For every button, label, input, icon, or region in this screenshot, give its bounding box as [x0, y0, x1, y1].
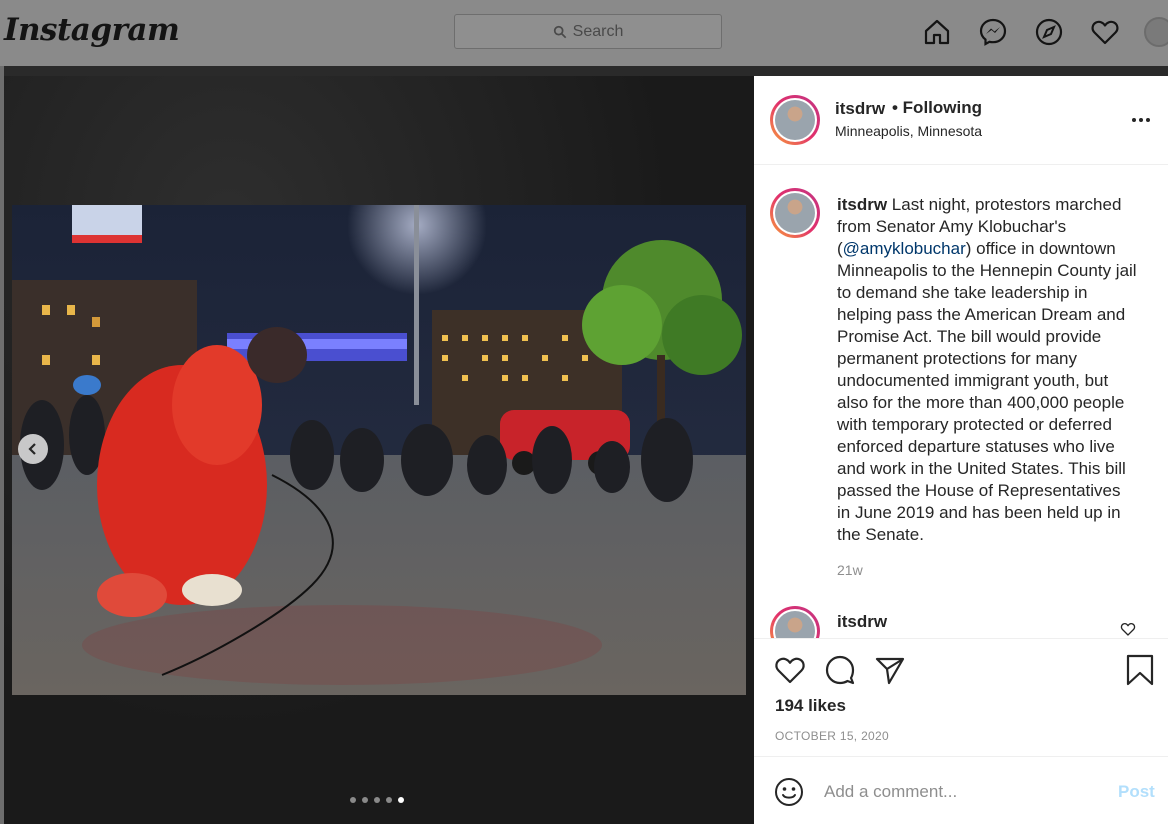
post-media-pane [4, 76, 754, 824]
messenger-icon[interactable] [978, 17, 1008, 47]
heart-icon[interactable] [1090, 17, 1120, 47]
home-icon[interactable] [922, 17, 952, 47]
carousel-dot-active [398, 797, 404, 803]
comment-username[interactable]: itsdrw [837, 612, 887, 632]
top-nav-bar: Instagram Search [0, 0, 1168, 66]
carousel-dot [386, 797, 392, 803]
caption-mention-link[interactable]: @amyklobuchar [843, 239, 966, 258]
profile-avatar[interactable] [1144, 17, 1168, 47]
search-box[interactable]: Search [454, 14, 722, 49]
explore-icon[interactable] [1034, 17, 1064, 47]
share-paper-plane-icon[interactable] [874, 654, 906, 686]
more-dot-icon [1132, 118, 1136, 122]
post-photo [12, 205, 746, 695]
save-bookmark-icon[interactable] [1124, 654, 1156, 686]
post-side-panel: itsdrw • Following Minneapolis, Minnesot… [754, 76, 1168, 824]
comment-input[interactable] [824, 779, 1104, 805]
search-icon [553, 25, 566, 38]
comment-author-avatar[interactable] [770, 606, 820, 638]
post-header: itsdrw • Following Minneapolis, Minnesot… [754, 76, 1168, 165]
likes-count[interactable]: 194 likes [775, 696, 846, 716]
background-feed [0, 66, 1168, 76]
caption-username[interactable]: itsdrw [837, 195, 887, 214]
search-placeholder: Search [572, 22, 624, 40]
author-username[interactable]: itsdrw [835, 99, 885, 119]
carousel-dot [362, 797, 368, 803]
more-dot-icon [1139, 118, 1143, 122]
like-heart-icon[interactable] [774, 654, 806, 686]
caption-author-avatar[interactable] [770, 188, 820, 238]
carousel-dot [350, 797, 356, 803]
author-avatar[interactable] [770, 95, 820, 145]
emoji-smiley-icon[interactable] [774, 777, 804, 807]
comment-bubble-icon[interactable] [824, 654, 856, 686]
more-options-button[interactable] [1132, 118, 1152, 124]
post-actions: 194 likes OCTOBER 15, 2020 [754, 638, 1168, 756]
protest-photo-image [12, 205, 746, 695]
instagram-logo[interactable]: Instagram [4, 12, 180, 48]
post-location[interactable]: Minneapolis, Minnesota [835, 123, 982, 139]
comment-like-icon[interactable] [1120, 621, 1136, 637]
chevron-left-icon [28, 443, 36, 455]
add-comment-bar: Post [754, 756, 1168, 824]
comments-list[interactable]: itsdrw Last night, protestors marched fr… [754, 166, 1168, 638]
carousel-prev-button[interactable] [18, 434, 48, 464]
carousel-indicator [350, 797, 404, 803]
carousel-dot [374, 797, 380, 803]
post-caption: itsdrw Last night, protestors marched fr… [837, 194, 1137, 546]
caption-text-part-2: ) office in downtown Minneapolis to the … [837, 239, 1137, 544]
following-status[interactable]: • Following [892, 98, 982, 118]
post-comment-button[interactable]: Post [1118, 782, 1155, 802]
more-dot-icon [1146, 118, 1150, 122]
post-date[interactable]: OCTOBER 15, 2020 [775, 729, 889, 743]
caption-timestamp[interactable]: 21w [837, 562, 863, 578]
